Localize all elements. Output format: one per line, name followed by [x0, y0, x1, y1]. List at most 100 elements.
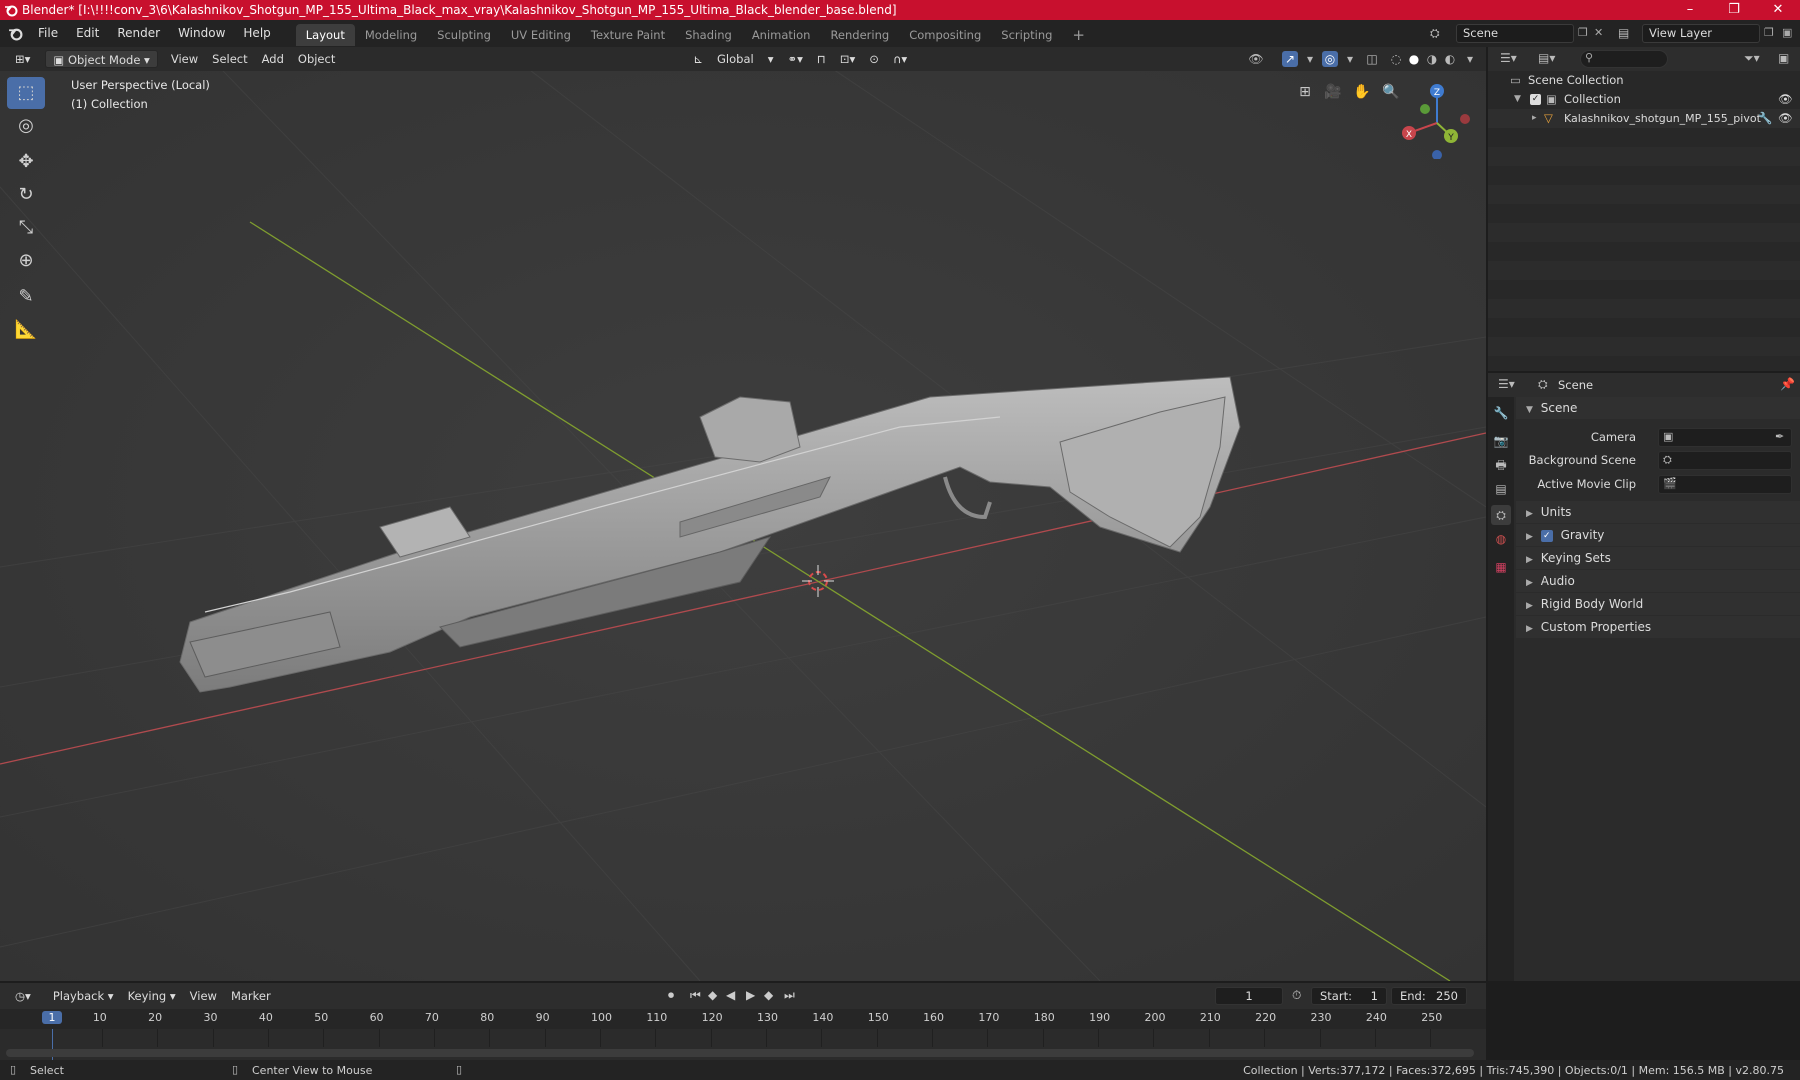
- gizmo-dropdown-icon[interactable]: ▾: [1302, 51, 1318, 67]
- tab-animation[interactable]: Animation: [742, 24, 821, 46]
- scene-section-header[interactable]: ▼ Scene: [1516, 397, 1800, 419]
- tab-compositing[interactable]: Compositing: [899, 24, 991, 46]
- shading-wireframe-icon[interactable]: ◌: [1388, 51, 1404, 67]
- texture-tab-icon[interactable]: ▦: [1491, 557, 1511, 577]
- collection-visibility-eye-icon[interactable]: 👁: [1778, 90, 1793, 109]
- select-box-tool[interactable]: ⬚: [7, 77, 45, 109]
- tab-scripting[interactable]: Scripting: [991, 24, 1062, 46]
- play-icon[interactable]: ▶: [746, 988, 755, 1002]
- camera-field[interactable]: ▣ ✒: [1658, 428, 1792, 447]
- menu-file[interactable]: File: [29, 20, 67, 47]
- toggle-grid-icon[interactable]: ⊞: [1293, 80, 1317, 104]
- view-layer-tab-icon[interactable]: ▤: [1491, 479, 1511, 499]
- world-tab-icon[interactable]: ◍: [1491, 529, 1511, 549]
- auto-keying-icon[interactable]: ⏱: [1292, 988, 1301, 1003]
- menu-object[interactable]: Object: [291, 50, 342, 68]
- cursor-tool[interactable]: ◎: [7, 110, 45, 142]
- menu-render[interactable]: Render: [108, 20, 169, 47]
- editor-type-icon[interactable]: ⊞▾: [8, 50, 37, 68]
- scene-tab-icon[interactable]: ⛭: [1491, 505, 1511, 525]
- filter-icon[interactable]: ⏷▾: [1744, 51, 1760, 66]
- rotate-tool[interactable]: ↻: [7, 179, 45, 211]
- overlay-dropdown-icon[interactable]: ▾: [1342, 51, 1358, 67]
- tab-shading[interactable]: Shading: [675, 24, 742, 46]
- menu-view[interactable]: View: [164, 50, 205, 68]
- keying-sets-panel[interactable]: ▶ Keying Sets: [1516, 547, 1800, 569]
- tab-sculpting[interactable]: Sculpting: [427, 24, 501, 46]
- menu-keying[interactable]: Keying ▾: [121, 987, 183, 1005]
- custom-properties-panel[interactable]: ▶ Custom Properties: [1516, 616, 1800, 638]
- annotate-tool[interactable]: ✎: [7, 281, 45, 313]
- snap-target-icon[interactable]: ⊡▾: [833, 50, 862, 68]
- shading-dropdown-icon[interactable]: ▾: [1462, 51, 1478, 67]
- scene-name-field[interactable]: Scene: [1456, 24, 1574, 43]
- eyedropper-icon[interactable]: ✒: [1775, 430, 1784, 443]
- active-movie-clip-field[interactable]: 🎬: [1658, 475, 1792, 494]
- tab-modeling[interactable]: Modeling: [355, 24, 427, 46]
- measure-tool[interactable]: 📐: [7, 314, 45, 346]
- tab-layout[interactable]: Layout: [295, 23, 355, 46]
- outliner-row-pivot-object[interactable]: ▸ ▽ Kalashnikov_shotgun_MP_155_pivot 🔧 👁: [1488, 109, 1800, 128]
- overlay-toggle-icon[interactable]: ◎: [1322, 51, 1338, 67]
- pin-icon[interactable]: 📌: [1780, 377, 1795, 391]
- menu-select[interactable]: Select: [205, 50, 254, 68]
- end-frame-field[interactable]: End: 250: [1391, 987, 1467, 1005]
- tool-tab-icon[interactable]: 🔧: [1491, 403, 1511, 423]
- falloff-icon[interactable]: ∩▾: [886, 50, 914, 68]
- collection-checkbox[interactable]: ✓: [1530, 94, 1541, 105]
- outliner-row-collection[interactable]: ▼ ✓ ▣ Collection 👁: [1488, 90, 1800, 109]
- new-view-layer-icon[interactable]: ❐: [1764, 26, 1774, 39]
- pivot-icon[interactable]: ⚭▾: [780, 50, 809, 68]
- menu-marker[interactable]: Marker: [224, 987, 278, 1005]
- remove-scene-icon[interactable]: ✕: [1594, 26, 1603, 39]
- new-scene-icon[interactable]: ❐: [1578, 26, 1588, 39]
- start-frame-field[interactable]: Start: 1: [1311, 987, 1387, 1005]
- background-scene-field[interactable]: ⛭: [1658, 451, 1792, 470]
- close-button[interactable]: ✕: [1756, 0, 1800, 20]
- scene-selector-icon[interactable]: ⛭: [1430, 26, 1440, 41]
- render-tab-icon[interactable]: 📷: [1491, 431, 1511, 451]
- timeline-editor-icon[interactable]: ◷▾: [8, 987, 38, 1005]
- orientation-chevron-icon[interactable]: ▾: [761, 50, 781, 68]
- maximize-button[interactable]: ❐: [1712, 0, 1756, 20]
- outliner-search-input[interactable]: [1580, 50, 1668, 68]
- 3d-viewport[interactable]: ⊞▾ ▣ Object Mode ▾ View Select Add Objec…: [0, 47, 1486, 981]
- menu-help[interactable]: Help: [234, 20, 279, 47]
- expand-collection-icon[interactable]: ▼: [1514, 90, 1521, 109]
- camera-view-icon[interactable]: 🎥: [1321, 80, 1345, 104]
- display-mode-icon[interactable]: ▤▾: [1538, 51, 1555, 65]
- pan-view-icon[interactable]: ✋: [1350, 80, 1374, 104]
- menu-add[interactable]: Add: [255, 50, 291, 68]
- minimize-button[interactable]: –: [1668, 0, 1712, 20]
- proportional-edit-icon[interactable]: ⊙: [862, 50, 886, 68]
- gravity-panel[interactable]: ▶ ✓ Gravity: [1516, 524, 1800, 546]
- scale-tool[interactable]: ⤡: [7, 212, 45, 244]
- menu-timeline-view[interactable]: View: [183, 987, 224, 1005]
- tab-texture-paint[interactable]: Texture Paint: [581, 24, 675, 46]
- mode-dropdown[interactable]: ▣ Object Mode ▾: [45, 50, 158, 68]
- new-collection-icon[interactable]: ▣: [1778, 51, 1789, 65]
- units-panel[interactable]: ▶ Units: [1516, 501, 1800, 523]
- view-layer-icon[interactable]: ▤: [1618, 26, 1629, 40]
- menu-edit[interactable]: Edit: [67, 20, 108, 47]
- object-visibility-eye-icon[interactable]: 👁: [1778, 109, 1793, 128]
- blender-menu-icon[interactable]: [8, 26, 23, 41]
- transform-tool[interactable]: ⊕: [7, 245, 45, 277]
- gizmo-toggle-icon[interactable]: ↗: [1282, 51, 1298, 67]
- outliner-editor-icon[interactable]: ☰▾: [1500, 51, 1517, 65]
- menu-window[interactable]: Window: [169, 20, 234, 47]
- remove-view-layer-icon[interactable]: ▣: [1782, 26, 1792, 39]
- current-frame-field[interactable]: 1: [1215, 987, 1283, 1005]
- play-reverse-icon[interactable]: ◀: [726, 988, 735, 1002]
- jump-end-icon[interactable]: ⏭: [784, 988, 795, 1003]
- add-workspace-button[interactable]: +: [1062, 24, 1095, 46]
- orientation-dropdown[interactable]: Global: [710, 50, 761, 68]
- xray-toggle-icon[interactable]: ◫: [1364, 51, 1380, 67]
- record-button-icon[interactable]: ⏺: [668, 988, 674, 1003]
- snap-icon[interactable]: ⊓: [810, 50, 833, 68]
- rigid-body-world-panel[interactable]: ▶ Rigid Body World: [1516, 593, 1800, 615]
- modifier-wrench-icon[interactable]: 🔧: [1758, 109, 1772, 128]
- menu-playback[interactable]: Playback ▾: [46, 987, 121, 1005]
- timeline-scrollbar[interactable]: [6, 1049, 1474, 1057]
- properties-editor-icon[interactable]: ☰▾: [1498, 377, 1515, 391]
